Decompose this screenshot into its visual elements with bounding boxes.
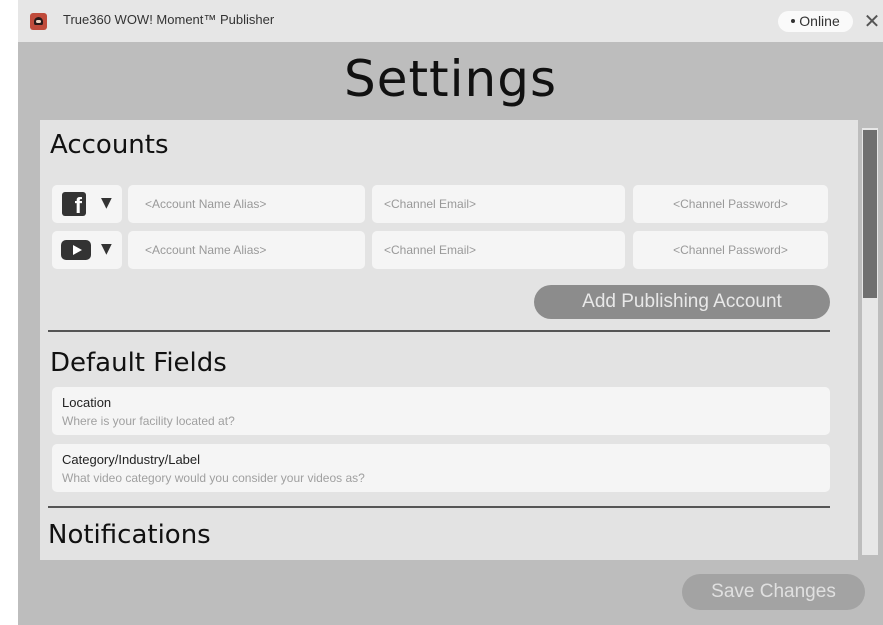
status-dot-icon — [791, 19, 796, 24]
add-publishing-account-button[interactable]: Add Publishing Account — [534, 285, 830, 319]
location-label: Location — [62, 395, 112, 410]
app-logo-icon — [30, 13, 47, 30]
status-label: Online — [799, 13, 840, 29]
page-title: Settings — [343, 50, 558, 108]
scrollbar-thumb[interactable] — [863, 130, 877, 298]
section-divider — [48, 506, 830, 508]
section-divider — [48, 330, 830, 332]
location-field[interactable]: Location Where is your facility located … — [52, 387, 830, 435]
close-icon[interactable]: ✕ — [862, 10, 882, 32]
account-alias-input[interactable]: <Account Name Alias> — [128, 185, 365, 223]
chevron-down-icon: ▼ — [101, 195, 112, 211]
app-window: True360 WOW! Moment™ Publisher Online ✕ … — [18, 0, 883, 625]
chevron-down-icon: ▼ — [101, 241, 112, 257]
location-placeholder: Where is your facility located at? — [62, 414, 235, 428]
channel-password-input[interactable]: <Channel Password> — [633, 185, 828, 223]
title-bar: True360 WOW! Moment™ Publisher Online ✕ — [18, 0, 883, 42]
platform-select-youtube[interactable]: ▼ — [52, 231, 122, 269]
youtube-icon — [61, 240, 91, 260]
channel-password-input[interactable]: <Channel Password> — [633, 231, 828, 269]
facebook-icon: f — [62, 192, 86, 216]
account-alias-input[interactable]: <Account Name Alias> — [128, 231, 365, 269]
account-row-facebook: f ▼ <Account Name Alias> <Channel Email>… — [40, 185, 858, 223]
save-changes-button[interactable]: Save Changes — [682, 574, 865, 610]
category-label: Category/Industry/Label — [62, 452, 201, 467]
account-row-youtube: ▼ <Account Name Alias> <Channel Email> <… — [40, 231, 858, 269]
notifications-heading: Notifications — [48, 520, 211, 550]
scrollbar[interactable] — [862, 128, 878, 555]
channel-email-input[interactable]: <Channel Email> — [372, 185, 625, 223]
status-badge: Online — [778, 11, 853, 32]
category-field[interactable]: Category/Industry/Label What video categ… — [52, 444, 830, 492]
category-placeholder: What video category would you consider y… — [62, 471, 365, 485]
accounts-heading: Accounts — [50, 130, 169, 160]
channel-email-input[interactable]: <Channel Email> — [372, 231, 625, 269]
default-fields-heading: Default Fields — [50, 348, 227, 378]
platform-select-facebook[interactable]: f ▼ — [52, 185, 122, 223]
window-title: True360 WOW! Moment™ Publisher — [63, 12, 275, 27]
settings-panel[interactable]: Accounts f ▼ <Account Name Alias> <Chann… — [40, 120, 858, 560]
